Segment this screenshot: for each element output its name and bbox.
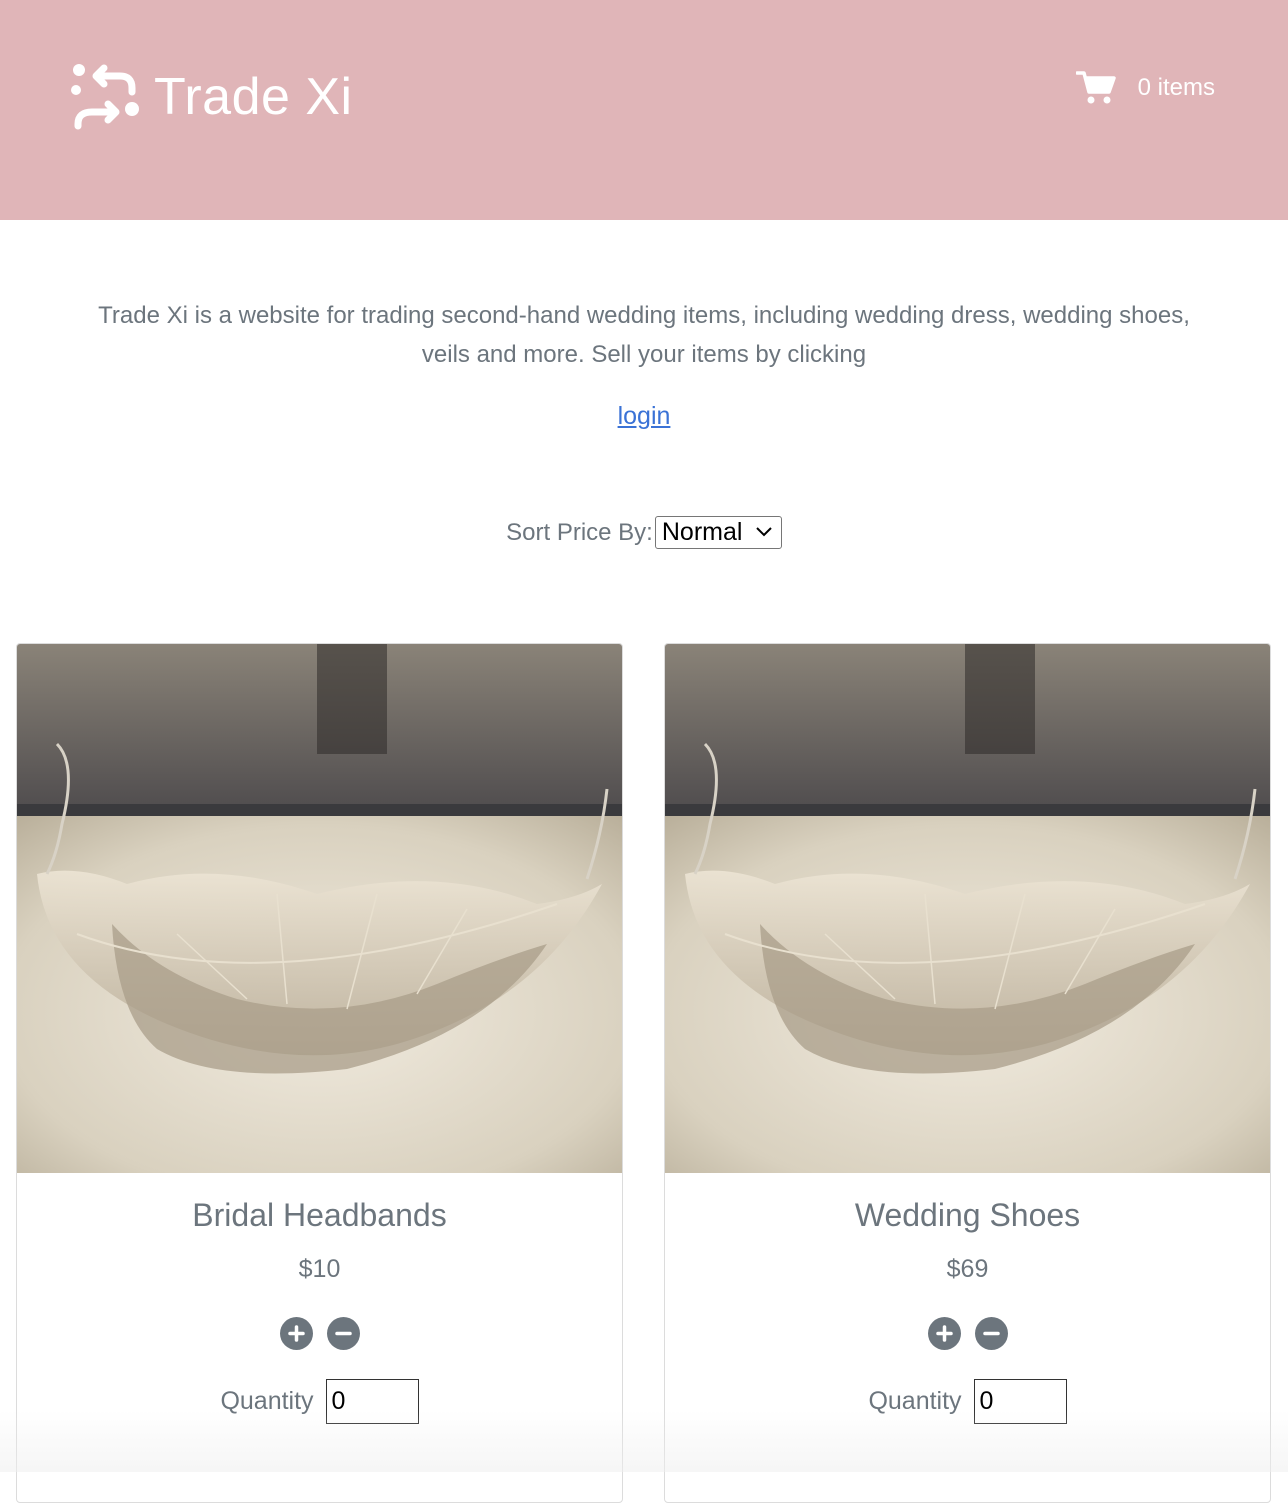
quantity-input[interactable] [325,1379,419,1424]
site-description: Trade Xi is a website for trading second… [98,302,1190,368]
plus-icon [935,1325,953,1342]
quantity-label: Quantity [868,1387,962,1415]
product-price: $69 [946,1255,989,1283]
quantity-input[interactable] [973,1379,1067,1424]
brand-logo[interactable]: Trade Xi [70,62,353,132]
increase-quantity-button[interactable] [927,1317,961,1350]
quantity-row: Quantity [665,1379,1270,1424]
shopping-cart-icon [1075,71,1116,104]
swap-arrows-icon [71,64,139,130]
product-name: Wedding Shoes [854,1197,1081,1233]
sort-price-select[interactable]: Normal [654,516,782,549]
product-price: $10 [298,1255,341,1283]
decrease-quantity-button[interactable] [974,1317,1008,1350]
quantity-buttons [17,1317,622,1350]
product-name: Bridal Headbands [192,1197,447,1233]
sort-control: Sort Price By: Normal [0,516,1288,549]
site-header: Trade Xi 0 items [0,0,1288,220]
login-container: login [0,402,1288,431]
quantity-label: Quantity [220,1387,314,1415]
increase-quantity-button[interactable] [279,1317,313,1350]
login-link[interactable]: login [618,402,671,430]
minus-icon [982,1331,1000,1336]
plus-icon [287,1325,305,1342]
cart-item-count: 0 items [1137,74,1215,101]
sort-label: Sort Price By: [506,518,653,546]
decrease-quantity-button[interactable] [326,1317,360,1350]
quantity-row: Quantity [17,1379,622,1424]
product-image [665,644,1270,1173]
chevron-down-icon [756,527,772,537]
product-card: Bridal Headbands $10 Quantity [16,643,623,1503]
minus-icon [334,1331,352,1336]
sort-selected-value: Normal [661,518,743,546]
cart-button[interactable]: 0 items [1075,68,1215,108]
quantity-buttons [665,1317,1270,1350]
brand-name: Trade Xi [154,68,353,126]
product-card: Wedding Shoes $69 Quantity [664,643,1271,1503]
product-image [17,644,622,1173]
